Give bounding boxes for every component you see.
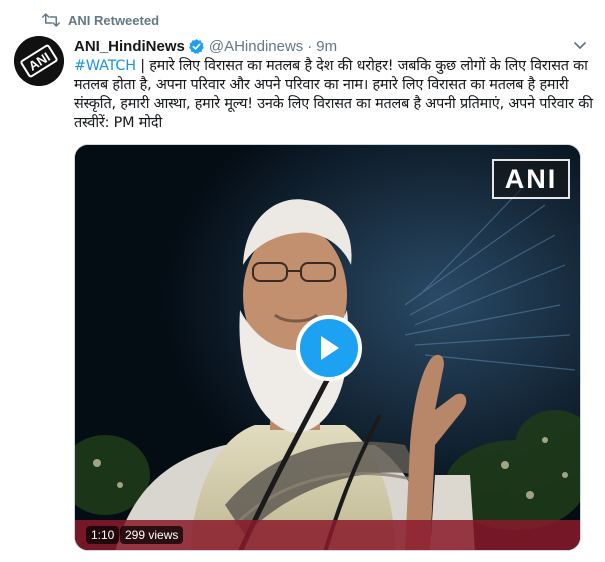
tweet-header: ANI_HindiNews @AHindinews · 9m xyxy=(74,36,589,56)
play-icon xyxy=(321,336,339,360)
video-views: 299 views xyxy=(120,526,184,544)
video-player[interactable]: ANI 1:10 299 views xyxy=(74,144,581,551)
verified-badge-icon xyxy=(188,38,205,55)
author-handle[interactable]: @AHindinews xyxy=(209,38,303,55)
ani-watermark: ANI xyxy=(492,159,570,199)
chevron-down-icon[interactable] xyxy=(571,38,589,54)
video-duration: 1:10 xyxy=(86,526,120,544)
tweet-timestamp[interactable]: 9m xyxy=(316,38,337,55)
tweet-body: | हमारे लिए विरासत का मतलब है देश की धरो… xyxy=(74,58,593,131)
retweet-icon xyxy=(42,13,60,27)
author-name[interactable]: ANI_HindiNews xyxy=(74,38,185,55)
retweet-label[interactable]: ANI Retweeted xyxy=(68,13,159,28)
hashtag-link[interactable]: #WATCH xyxy=(74,58,136,74)
header-separator: · xyxy=(307,37,313,55)
retweet-context: ANI Retweeted xyxy=(42,10,159,30)
play-button[interactable] xyxy=(296,315,362,381)
ani-logo-icon: ANI xyxy=(14,36,64,86)
tweet-text: #WATCH | हमारे लिए विरासत का मतलब है देश… xyxy=(74,57,594,133)
avatar[interactable]: ANI xyxy=(14,36,64,86)
